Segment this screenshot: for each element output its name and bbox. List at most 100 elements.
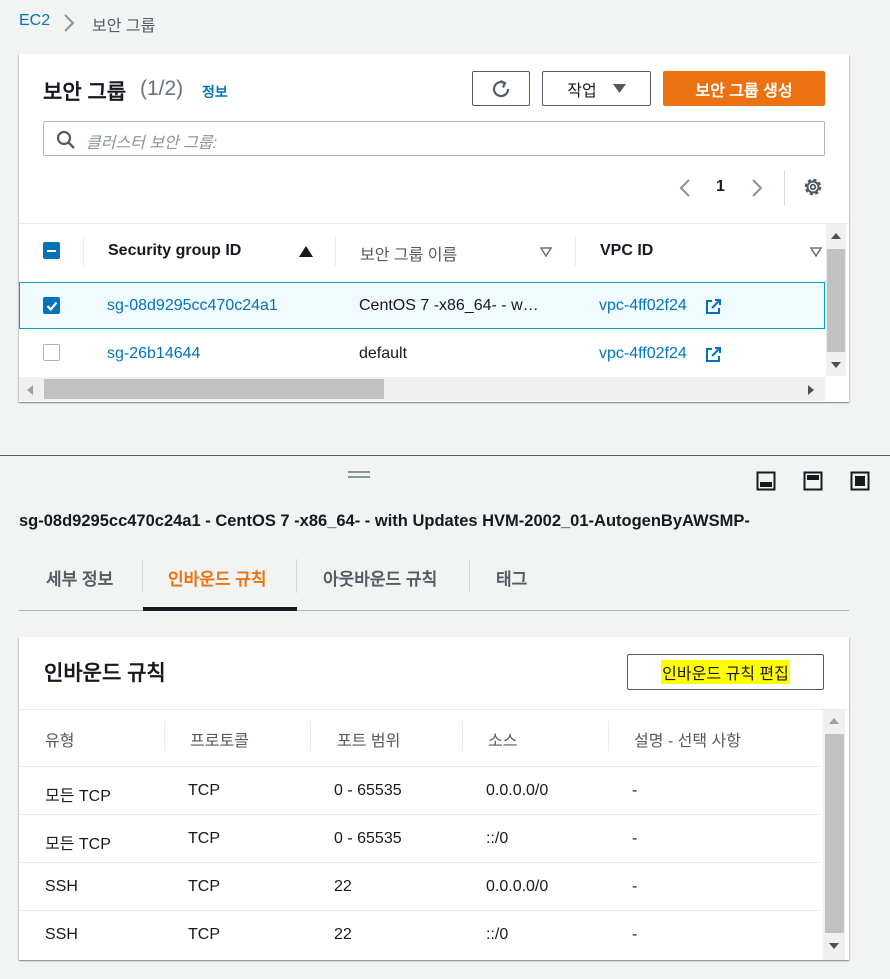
sg-name: CentOS 7 -x86_64- - w… (359, 297, 539, 314)
actions-dropdown[interactable]: 작업 (542, 71, 651, 106)
scrollbar-thumb[interactable] (825, 734, 844, 933)
divider (19, 766, 821, 767)
rule-type: SSH (45, 878, 78, 895)
refresh-icon (492, 79, 510, 97)
scroll-down-icon[interactable] (830, 361, 842, 369)
gear-icon[interactable] (802, 176, 824, 198)
column-separator (164, 721, 165, 751)
divider (19, 223, 849, 224)
rule-protocol: TCP (188, 782, 220, 799)
split-divider[interactable] (0, 455, 890, 456)
tab-separator (142, 559, 143, 593)
external-link-icon[interactable] (705, 346, 722, 363)
scroll-up-icon[interactable] (830, 232, 842, 240)
rule-description: - (632, 926, 638, 943)
search-input[interactable]: 클러스터 보안 그룹: (43, 121, 825, 156)
security-groups-panel: 보안 그룹 (1/2) 정보 작업 보안 그룹 생성 클러스터 보안 그룹: 1 (19, 54, 849, 402)
rule-protocol: TCP (188, 926, 220, 943)
chevron-right-icon[interactable] (750, 178, 764, 198)
rule-description: - (632, 878, 638, 895)
edit-inbound-rules-button[interactable]: 인바운드 규칙 편집 (627, 654, 824, 690)
rule-type: 모든 TCP (45, 788, 111, 805)
panel-maximize-icon[interactable] (850, 471, 870, 491)
rule-source: ::/0 (486, 830, 509, 847)
sg-id-link[interactable]: sg-26b14644 (107, 345, 200, 363)
rule-protocol: TCP (188, 830, 220, 847)
tab-separator (469, 559, 470, 593)
rule-source: 0.0.0.0/0 (486, 878, 549, 895)
rule-source: 0.0.0.0/0 (486, 782, 549, 799)
tab-separator (296, 559, 297, 593)
col-header-description: 설명 - 선택 사항 (634, 733, 741, 750)
scroll-left-icon[interactable] (26, 384, 34, 396)
rule-description: - (632, 830, 638, 847)
detail-title: sg-08d9295cc470c24a1 - CentOS 7 -x86_64-… (19, 512, 750, 530)
scroll-right-icon[interactable] (807, 384, 815, 396)
divider (19, 709, 849, 710)
caret-down-icon (612, 83, 626, 93)
select-all-checkbox[interactable] (43, 242, 60, 259)
column-separator (462, 721, 463, 751)
search-placeholder: 클러스터 보안 그룹: (86, 135, 218, 152)
rule-type: 모든 TCP (45, 836, 111, 853)
col-header-sg-id[interactable]: Security group ID (108, 242, 241, 260)
col-header-protocol: 프로토콜 (190, 733, 249, 750)
row-checkbox[interactable] (43, 344, 60, 361)
row-checkbox[interactable] (43, 297, 60, 314)
col-header-vpc-id[interactable]: VPC ID (600, 242, 653, 260)
external-link-icon[interactable] (705, 298, 722, 315)
col-header-sg-name[interactable]: 보안 그룹 이름 (360, 241, 457, 265)
vpc-id-link[interactable]: vpc-4ff02f24 (599, 297, 687, 315)
panel-bottom-icon[interactable] (756, 471, 776, 491)
vpc-id-link[interactable]: vpc-4ff02f24 (599, 345, 687, 363)
drag-handle-icon (348, 476, 370, 478)
inbound-rules-panel: 인바운드 규칙 인바운드 규칙 편집 유형 프로토콜 포트 범위 소스 설명 -… (19, 637, 849, 960)
scrollbar-thumb[interactable] (827, 249, 845, 352)
divider (19, 862, 821, 863)
edit-inbound-rules-label: 인바운드 규칙 편집 (661, 660, 790, 684)
rule-port-range: 22 (334, 926, 352, 943)
column-separator (335, 236, 336, 266)
rule-port-range: 0 - 65535 (334, 782, 402, 799)
sg-id-link[interactable]: sg-08d9295cc470c24a1 (107, 297, 278, 315)
column-separator (608, 721, 609, 751)
tab-outbound-rules[interactable]: 아웃바운드 규칙 (323, 565, 437, 590)
actions-label: 작업 (567, 82, 597, 100)
tab-tags[interactable]: 태그 (496, 565, 527, 590)
sort-icon[interactable] (540, 247, 552, 257)
divider (19, 814, 821, 815)
rule-description: - (632, 782, 638, 799)
scroll-up-icon[interactable] (828, 717, 840, 725)
sg-name: default (359, 345, 408, 362)
divider (19, 910, 821, 911)
drag-handle-icon[interactable] (348, 471, 370, 473)
col-header-type: 유형 (45, 733, 75, 750)
sort-ascending-icon[interactable] (299, 246, 313, 258)
refresh-button[interactable] (472, 71, 530, 106)
panel-side-icon[interactable] (803, 471, 823, 491)
search-icon (56, 130, 75, 149)
inbound-rules-title: 인바운드 규칙 (44, 662, 166, 685)
rule-protocol: TCP (188, 878, 220, 895)
sort-icon[interactable] (810, 247, 822, 257)
scroll-down-icon[interactable] (828, 942, 840, 950)
page-number[interactable]: 1 (716, 178, 725, 196)
breadcrumb-current: 보안 그룹 (92, 18, 156, 35)
create-security-group-button[interactable]: 보안 그룹 생성 (663, 71, 825, 106)
info-link[interactable]: 정보 (202, 82, 228, 102)
active-tab-indicator (143, 607, 297, 611)
column-separator (575, 236, 576, 266)
column-separator (83, 236, 84, 266)
tab-details[interactable]: 세부 정보 (46, 565, 113, 590)
scrollbar-thumb[interactable] (44, 379, 384, 399)
breadcrumb-ec2-link[interactable]: EC2 (19, 12, 50, 30)
column-separator (310, 721, 311, 751)
tab-inbound-rules[interactable]: 인바운드 규칙 (168, 565, 267, 590)
rule-type: SSH (45, 926, 78, 943)
divider (784, 170, 785, 206)
page-title: 보안 그룹 (43, 81, 127, 104)
rule-source: ::/0 (486, 926, 509, 943)
chevron-left-icon[interactable] (678, 178, 692, 198)
chevron-right-icon (64, 14, 75, 32)
checkmark-icon (46, 301, 58, 312)
